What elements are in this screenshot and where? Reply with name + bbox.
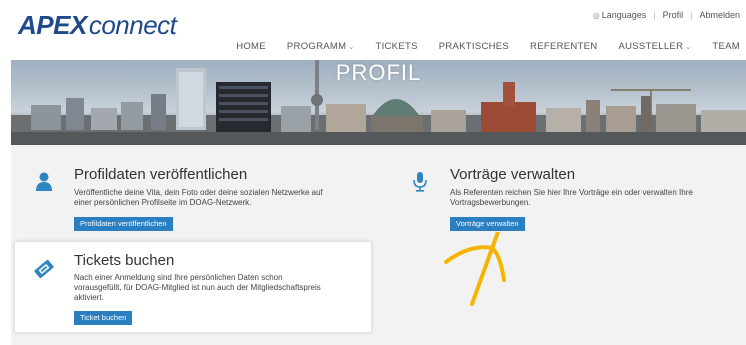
nav-item-label: PROGRAMM — [286, 41, 347, 52]
abmelden-link[interactable]: Abmelden — [699, 10, 740, 20]
hero-banner: PROFIL — [11, 60, 746, 145]
languages-link[interactable]: Languages — [602, 10, 647, 20]
nav-item-label: TICKETS — [375, 41, 418, 52]
site-header: APEXconnect ◎ Languages | Profil | Abmel… — [0, 0, 746, 60]
nav-item-programm[interactable]: PROGRAMM ⌄ — [287, 41, 355, 52]
nav-item-referenten[interactable]: REFERENTEN — [530, 41, 597, 52]
main-navigation: HOME PROGRAMM ⌄ TICKETS PRAKTISCHES REFER… — [236, 41, 740, 52]
vortraege-description: Als Referenten reichen Sie hier Ihre Vor… — [450, 188, 740, 208]
page-title: PROFIL — [335, 60, 422, 85]
description-line: Vortragsbewerbungen. — [450, 198, 531, 207]
vortraege-title: Vorträge verwalten — [450, 166, 576, 183]
ticket-icon — [34, 259, 54, 279]
nav-item-praktisches[interactable]: PRAKTISCHES — [439, 41, 509, 52]
user-icon — [36, 172, 52, 191]
separator: | — [653, 10, 656, 20]
nav-item-label: HOME — [236, 41, 266, 52]
nav-item-label: AUSSTELLER — [618, 41, 684, 52]
chevron-down-icon: ⌄ — [685, 44, 692, 51]
description-line: vorausgefüllt, für DOAG-Mitglied ist nun… — [74, 283, 321, 292]
description-line: Nach einer Anmeldung sind Ihre persönlic… — [74, 273, 283, 282]
nav-item-team[interactable]: TEAM — [712, 41, 740, 52]
annotation-arrow-icon — [444, 232, 506, 306]
description-line: aktiviert. — [74, 293, 104, 302]
profildaten-title: Profildaten veröffentlichen — [74, 166, 248, 183]
apex-connect-logo[interactable]: APEXconnect — [18, 10, 177, 41]
nav-item-label: REFERENTEN — [530, 41, 598, 52]
profildaten-button[interactable]: Profildaten veröffentlichen — [74, 217, 173, 231]
nav-item-label: PRAKTISCHES — [438, 41, 510, 52]
description-line: Als Referenten reichen Sie hier Ihre Vor… — [450, 188, 693, 197]
separator: | — [690, 10, 693, 20]
profil-link[interactable]: Profil — [663, 10, 684, 20]
nav-item-home[interactable]: HOME — [236, 41, 266, 52]
tickets-card: Tickets buchen Nach einer Anmeldung sind… — [14, 241, 372, 333]
description-line: einer persönlichen Profilseite im DOAG-N… — [74, 198, 252, 207]
tickets-title: Tickets buchen — [74, 252, 175, 269]
nav-item-aussteller[interactable]: AUSSTELLER ⌄ — [618, 41, 691, 52]
logo-apex-text: APEX — [18, 10, 87, 40]
tickets-description: Nach einer Anmeldung sind Ihre persönlic… — [74, 273, 369, 303]
nav-item-tickets[interactable]: TICKETS — [375, 41, 417, 52]
nav-item-label: TEAM — [712, 41, 740, 52]
ticket-buchen-button[interactable]: Ticket buchen — [74, 311, 133, 325]
logo-connect-text: connect — [88, 10, 177, 40]
vortraege-button[interactable]: Vorträge verwalten — [450, 217, 525, 231]
description-line: Veröffentliche deine Vita, dein Foto ode… — [74, 188, 323, 197]
profildaten-description: Veröffentliche deine Vita, dein Foto ode… — [74, 188, 374, 208]
globe-icon: ◎ — [592, 10, 600, 20]
top-links: ◎ Languages | Profil | Abmelden — [593, 10, 740, 20]
microphone-icon — [413, 172, 427, 192]
chevron-down-icon: ⌄ — [348, 44, 355, 51]
